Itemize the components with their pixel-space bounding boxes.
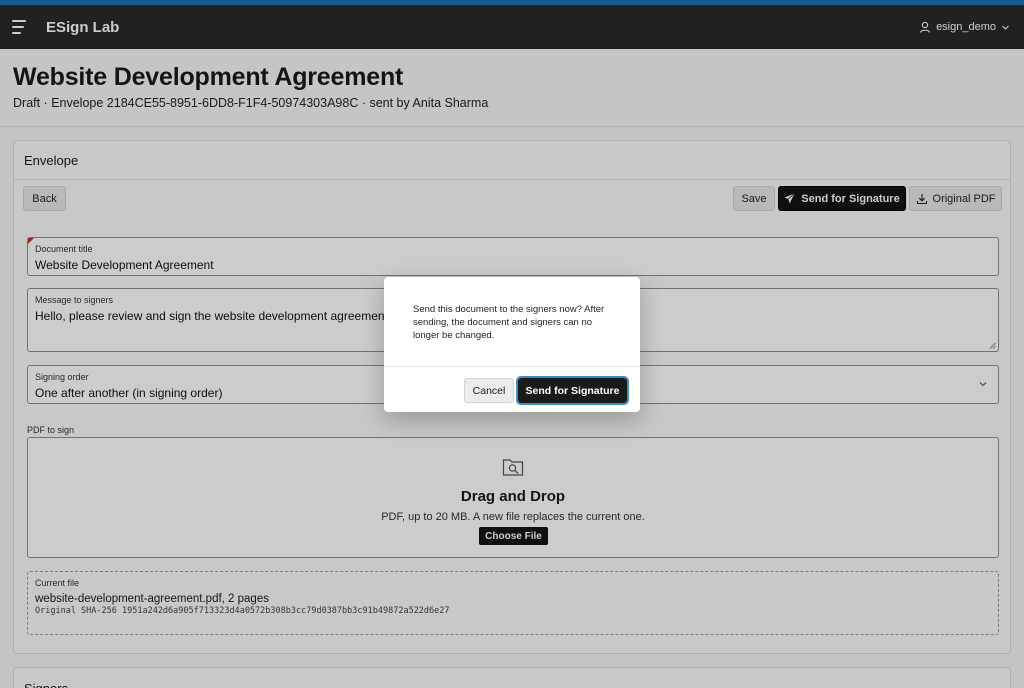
dialog-cancel-button[interactable]: Cancel	[464, 378, 514, 403]
dialog-confirm-send-button[interactable]: Send for Signature	[516, 376, 629, 405]
dialog-footer: Cancel Send for Signature	[384, 366, 640, 412]
dialog-message: Send this document to the signers now? A…	[413, 304, 605, 341]
confirm-send-dialog: Send this document to the signers now? A…	[384, 277, 640, 412]
